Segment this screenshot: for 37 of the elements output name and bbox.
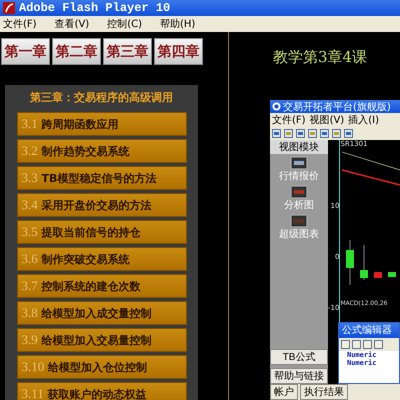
panel-heading: 视图模块 bbox=[270, 140, 328, 154]
menu-item[interactable]: 帮助(H) bbox=[160, 17, 196, 31]
lesson-button[interactable]: 3.3 TB模型稳定信号的方法 bbox=[16, 166, 186, 190]
lesson-title: 教学第3章4课 bbox=[273, 48, 368, 67]
menu-item[interactable]: 文件(F) bbox=[3, 17, 37, 31]
panel-button[interactable]: TB公式 bbox=[270, 349, 328, 365]
lesson-button[interactable]: 3.5 提取当前信号的持仓 bbox=[16, 220, 186, 244]
menu-item[interactable]: 视图(V) bbox=[310, 113, 344, 127]
section-heading: 第三章：交易程序的高级调用 bbox=[30, 90, 173, 105]
lesson-button[interactable]: 3.10 给模型加入仓位控制 bbox=[16, 355, 186, 379]
chapter-button[interactable]: 第四章 bbox=[154, 38, 203, 65]
app-icon bbox=[272, 102, 281, 111]
window-title: Adobe Flash Player 10 bbox=[19, 1, 170, 15]
lesson-button[interactable]: 3.4 采用开盘价交易的方法 bbox=[16, 193, 186, 217]
tab[interactable]: 执行结果 bbox=[300, 384, 348, 400]
chapter-button[interactable]: 第二章 bbox=[52, 38, 101, 65]
lesson-button[interactable]: 3.9 给模型加入交易量控制 bbox=[16, 328, 186, 352]
tab[interactable]: 帐户 bbox=[270, 384, 298, 400]
panel-button[interactable]: 帮助与链接 bbox=[270, 368, 328, 384]
lesson-button[interactable]: 3.6 制作突破交易系统 bbox=[16, 247, 186, 271]
menu-item[interactable]: 插入(I) bbox=[348, 113, 379, 127]
chapter-button[interactable]: 第一章 bbox=[1, 38, 50, 65]
module-icon[interactable] bbox=[291, 186, 307, 198]
lesson-button[interactable]: 3.1 跨周期函数应用 bbox=[16, 112, 186, 136]
window-title: 公式编辑器 bbox=[342, 324, 392, 336]
module-icon[interactable] bbox=[291, 157, 307, 169]
window-title: 交易开拓者平台(旗舰版) bbox=[283, 100, 391, 114]
module-icon[interactable] bbox=[291, 215, 307, 227]
lesson-button[interactable]: 3.7 控制系统的建仓次数 bbox=[16, 274, 186, 298]
app-icon bbox=[3, 2, 15, 14]
menu-item[interactable]: 查看(V) bbox=[54, 17, 90, 31]
menu-item[interactable]: 控制(C) bbox=[107, 17, 142, 31]
menu-item[interactable]: 文件(F) bbox=[272, 113, 306, 127]
chapter-button[interactable]: 第三章 bbox=[103, 38, 152, 65]
lesson-button[interactable]: 3.11 获取账户的动态权益 bbox=[16, 382, 186, 400]
lesson-button[interactable]: 3.2 制作趋势交易系统 bbox=[16, 139, 186, 163]
lesson-button[interactable]: 3.8 给模型加入成交量控制 bbox=[16, 301, 186, 325]
